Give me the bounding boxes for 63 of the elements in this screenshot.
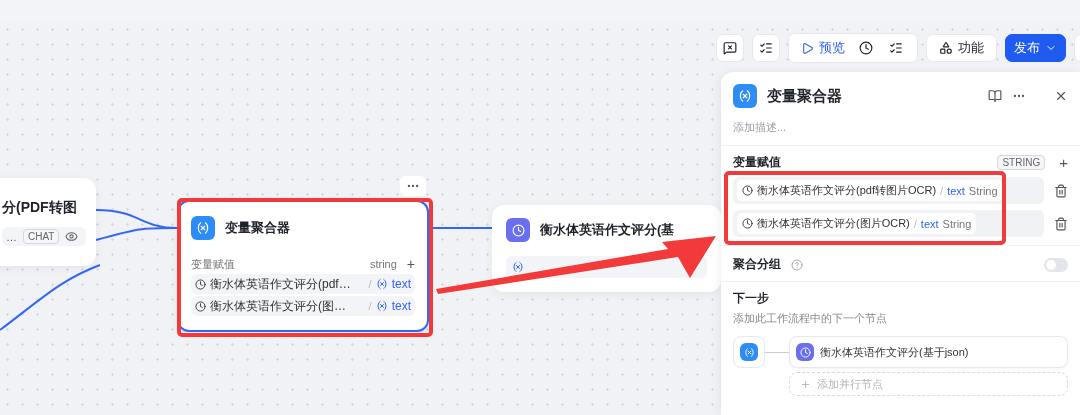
node-icon	[195, 300, 206, 312]
next-node[interactable]: 衡水体英语作文评分(基于json)	[789, 336, 1068, 368]
mode-tag: CHAT	[23, 229, 60, 244]
publish-button[interactable]: 发布	[1005, 34, 1066, 62]
panel-title: 变量聚合器	[767, 86, 843, 106]
features-button[interactable]: 功能	[926, 34, 997, 62]
toggle-switch[interactable]	[1044, 257, 1068, 272]
comment-icon	[723, 41, 737, 55]
separator: /	[940, 184, 944, 197]
checklist-icon	[889, 41, 903, 55]
section-title: 聚合分组	[733, 256, 781, 273]
plus-icon	[800, 378, 811, 390]
node-title: 分(PDF转图	[2, 199, 77, 215]
separator: /	[913, 217, 917, 230]
variable-name: text	[391, 277, 411, 291]
node-icon	[195, 278, 206, 290]
variable-type: String	[942, 217, 972, 230]
variable-source: 衡水体英语作文评分(pdf…	[210, 275, 352, 293]
close-icon[interactable]	[1054, 89, 1068, 103]
type-label: string	[369, 258, 397, 270]
node-icon	[742, 218, 753, 229]
section-title: 下一步	[733, 290, 770, 307]
variable-type: String	[968, 184, 998, 197]
trash-icon[interactable]	[1054, 216, 1068, 231]
variable-chip[interactable]: 衡水体英语作文评分(图片OCR) / text String	[737, 213, 977, 234]
section-hint: 添加此工作流程中的下一个节点	[733, 311, 888, 326]
play-icon	[801, 41, 814, 55]
variable-icon	[512, 261, 524, 273]
add-button[interactable]: +	[406, 256, 415, 272]
node-title: 变量聚合器	[225, 219, 290, 237]
model-name: …	[6, 230, 17, 243]
variable-source: 衡水体英语作文评分(图片OCR)	[757, 216, 910, 231]
node-icon	[742, 185, 753, 196]
book-icon[interactable]	[988, 89, 1002, 103]
separator: /	[368, 300, 372, 312]
type-tag: STRING	[997, 155, 1046, 170]
variable-icon	[196, 221, 210, 235]
section-title: 变量赋值	[733, 154, 782, 171]
variable-source: 衡水体英语作文评分(pdf转图片OCR)	[757, 183, 937, 198]
more-button[interactable]	[400, 176, 426, 196]
trash-icon[interactable]	[1054, 183, 1068, 198]
variable-chip[interactable]: 衡水体英语作文评分(pdf转图片OCR) / text String	[737, 180, 1003, 201]
variable-name: text	[947, 184, 965, 197]
comment-button[interactable]	[716, 34, 744, 62]
variable-name: text	[391, 299, 411, 313]
workflow-node[interactable]: 分(PDF转图 … CHAT	[0, 178, 96, 266]
variable-icon	[375, 300, 388, 312]
variable-source: 衡水体英语作文评分(图…	[210, 297, 347, 315]
node-icon	[799, 346, 811, 358]
separator: /	[368, 278, 372, 290]
shapes-icon	[939, 41, 953, 55]
node-icon	[511, 223, 525, 237]
add-button[interactable]: +	[1059, 154, 1068, 171]
variable-icon	[738, 89, 752, 103]
clock-icon	[859, 41, 873, 55]
list-icon	[759, 41, 773, 55]
eye-icon	[65, 230, 79, 243]
variable-name: text	[920, 217, 939, 230]
section-label: 变量赋值	[191, 256, 235, 272]
variable-icon	[375, 278, 388, 290]
node-title: 衡水体英语作文评分(基	[540, 221, 675, 239]
variable-icon	[743, 346, 755, 358]
env-button[interactable]	[752, 34, 780, 62]
